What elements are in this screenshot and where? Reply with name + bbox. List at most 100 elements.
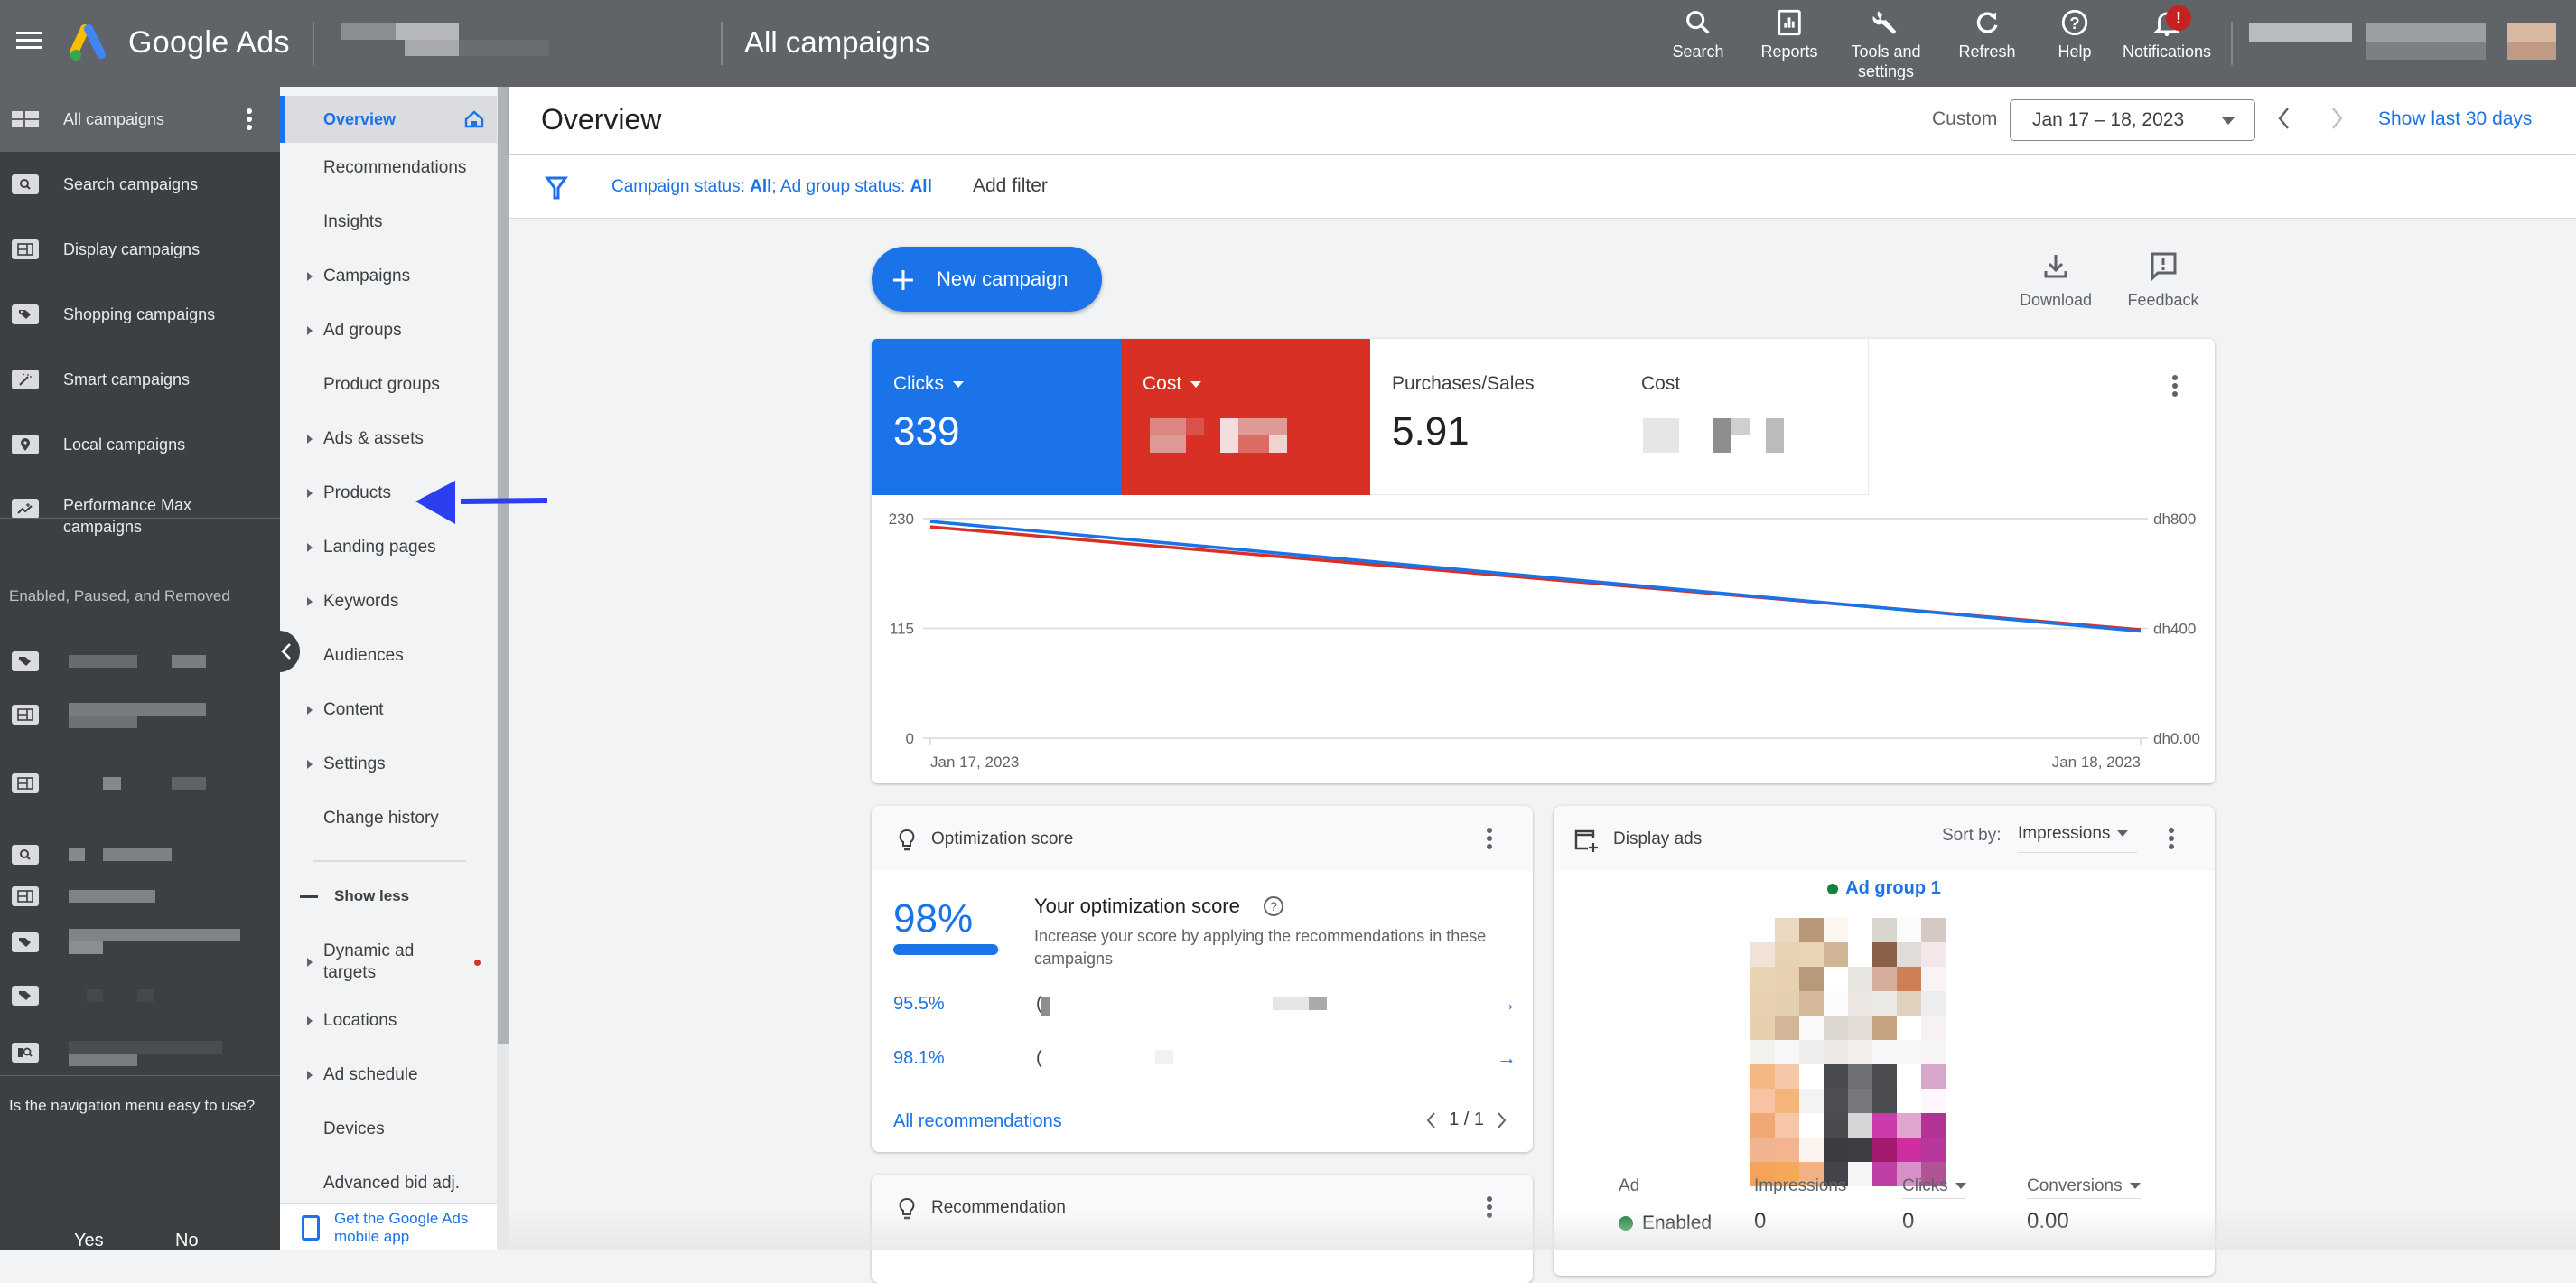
subnav-item-dynamic-ad-targets[interactable]: Dynamic ad targets	[280, 931, 497, 994]
campaign-score-row[interactable]: 98.1% ( →	[893, 1041, 1517, 1077]
sidebar-item-all-campaigns[interactable]: All campaigns	[0, 87, 280, 152]
new-campaign-button[interactable]: New campaign	[872, 247, 1102, 312]
x-tick-label: Jan 17, 2023	[930, 754, 1019, 771]
sort-by-select[interactable]: Impressions	[2018, 824, 2137, 853]
reports-icon	[1778, 9, 1801, 36]
subnav-item-keywords[interactable]: Keywords	[280, 576, 497, 627]
column-header-ad: Ad	[1619, 1176, 1640, 1195]
display-campaign-icon	[12, 886, 39, 906]
subnav-item-ad-schedule[interactable]: Ad schedule	[280, 1050, 497, 1100]
dropdown-arrow-icon[interactable]	[1190, 380, 1202, 388]
account-switcher-redacted[interactable]	[2249, 23, 2562, 60]
more-options-icon[interactable]	[1486, 828, 1493, 853]
arrow-right-icon[interactable]: →	[1497, 1046, 1517, 1070]
reports-button[interactable]: Reports	[1758, 7, 1821, 61]
sidebar-item-performance-max[interactable]: Performance Max campaigns	[0, 477, 280, 555]
ad-clicks-value: 0	[1902, 1209, 1915, 1233]
campaign-score-row[interactable]: 95.5% ( →	[893, 987, 1517, 1023]
show-last-30-days-link[interactable]: Show last 30 days	[2378, 108, 2532, 130]
date-range-picker[interactable]: Jan 17 – 18, 2023	[2010, 99, 2255, 141]
column-header-impressions: Impressions	[1754, 1176, 1847, 1195]
help-button[interactable]: ? Help	[2050, 7, 2099, 61]
get-mobile-app-link[interactable]: Get the Google Ads mobile app	[280, 1203, 497, 1250]
more-options-icon[interactable]	[2171, 375, 2179, 402]
more-options-icon[interactable]	[2168, 828, 2175, 853]
chevron-left-icon[interactable]	[1425, 1111, 1436, 1129]
ad-group-link[interactable]: Ad group 1	[1554, 878, 2215, 899]
subnav-item-audiences[interactable]: Audiences	[280, 631, 497, 681]
google-ads-logo[interactable]	[67, 23, 112, 63]
add-filter-button[interactable]: Add filter	[973, 175, 1048, 197]
active-filters[interactable]: Campaign status: All; Ad group status: A…	[611, 177, 932, 197]
subnav-item-ads-assets[interactable]: Ads & assets	[280, 414, 497, 464]
more-options-icon[interactable]	[1486, 1196, 1493, 1222]
search-icon	[1686, 11, 1710, 34]
campaign-list-item[interactable]	[0, 634, 280, 688]
chevron-left-icon	[281, 643, 291, 660]
hamburger-menu-icon[interactable]	[16, 27, 43, 54]
all-recommendations-link[interactable]: All recommendations	[893, 1111, 1062, 1132]
metric-tile-cost-secondary[interactable]: Cost	[1619, 339, 1869, 495]
sidebar-item-local-campaigns[interactable]: Local campaigns	[0, 412, 280, 477]
pager: 1 / 1	[1425, 1110, 1507, 1130]
subnav-item-devices[interactable]: Devices	[280, 1104, 497, 1155]
campaign-list-item[interactable]	[0, 911, 280, 974]
metric-tile-clicks[interactable]: Clicks 339	[872, 339, 1121, 495]
brand-name: Google Ads	[128, 25, 290, 60]
y-left-tick-label: 230	[889, 510, 914, 528]
metric-tile-purchases[interactable]: Purchases/Sales 5.91	[1370, 339, 1619, 495]
next-period-chevron-icon[interactable]	[2328, 105, 2346, 132]
svg-text:?: ?	[2069, 14, 2079, 33]
dropdown-arrow-icon[interactable]	[953, 380, 964, 388]
filter-funnel-icon[interactable]	[545, 175, 568, 201]
chevron-right-icon[interactable]	[1497, 1111, 1507, 1129]
metric-value-redacted	[1643, 418, 1787, 453]
column-header-conversions[interactable]: Conversions	[2027, 1176, 2141, 1199]
subnav-item-insights[interactable]: Insights	[280, 197, 497, 248]
more-options-icon[interactable]	[246, 107, 253, 132]
subnav-item-settings[interactable]: Settings	[280, 739, 497, 790]
metric-tile-cost[interactable]: Cost	[1121, 339, 1370, 495]
account-name-redacted[interactable]	[341, 22, 549, 58]
feedback-button[interactable]: Feedback	[2123, 251, 2204, 310]
y-left-tick-label: 115	[890, 621, 914, 638]
campaign-list-item[interactable]	[0, 683, 280, 746]
subnav-item-ad-groups[interactable]: Ad groups	[280, 305, 497, 356]
sidebar-item-display-campaigns[interactable]: Display campaigns	[0, 217, 280, 282]
page-title: All campaigns	[744, 25, 930, 59]
subnav-item-product-groups[interactable]: Product groups	[280, 360, 497, 410]
notifications-button[interactable]: Notifications !	[2114, 5, 2220, 61]
refresh-button[interactable]: Refresh	[1955, 7, 2020, 61]
campaign-type-sidebar: All campaigns Search campaigns Display c…	[0, 87, 280, 1250]
tools-settings-button[interactable]: Tools and settings	[1843, 7, 1929, 81]
subnav-item-locations[interactable]: Locations	[280, 996, 497, 1046]
column-header-clicks[interactable]: Clicks	[1902, 1176, 1966, 1199]
show-less-button[interactable]: Show less	[280, 871, 497, 922]
feedback-yes-button[interactable]: Yes	[74, 1231, 104, 1251]
subnav-item-change-history[interactable]: Change history	[280, 793, 497, 844]
help-circle-icon[interactable]: ?	[1264, 896, 1283, 916]
subnav-item-recommendations[interactable]: Recommendations	[280, 143, 497, 193]
magic-wand-icon	[12, 370, 39, 389]
subnav-item-advanced-bid-adj[interactable]: Advanced bid adj.	[280, 1158, 497, 1209]
previous-period-chevron-icon[interactable]	[2275, 105, 2293, 132]
sidebar-item-shopping-campaigns[interactable]: Shopping campaigns	[0, 282, 280, 347]
notification-badge: !	[2166, 5, 2191, 31]
search-button[interactable]: Search	[1669, 7, 1727, 61]
campaign-list-item[interactable]	[0, 752, 280, 815]
sidebar-item-smart-campaigns[interactable]: Smart campaigns	[0, 347, 280, 412]
feedback-no-button[interactable]: No	[175, 1231, 199, 1251]
ad-preview-image[interactable]	[1750, 918, 1949, 1186]
performance-line-chart: 0 115 230 dh0.00 dh400 dh800 Jan 17, 2023 Jan 1…	[889, 510, 2200, 771]
series-line-clicks[interactable]	[929, 520, 2142, 633]
campaign-status-section-label: Enabled, Paused, and Removed	[9, 587, 230, 604]
subnav-item-overview[interactable]: Overview	[280, 96, 497, 143]
alert-dot-icon	[474, 959, 481, 966]
campaign-list-item[interactable]	[0, 969, 280, 1023]
subnav-item-content[interactable]: Content	[280, 685, 497, 735]
subnav-item-campaigns[interactable]: Campaigns	[280, 251, 497, 302]
subnav-scrollbar[interactable]	[498, 87, 509, 1044]
sidebar-item-search-campaigns[interactable]: Search campaigns	[0, 152, 280, 217]
arrow-right-icon[interactable]: →	[1497, 992, 1517, 1016]
download-button[interactable]: Download	[2016, 251, 2095, 310]
